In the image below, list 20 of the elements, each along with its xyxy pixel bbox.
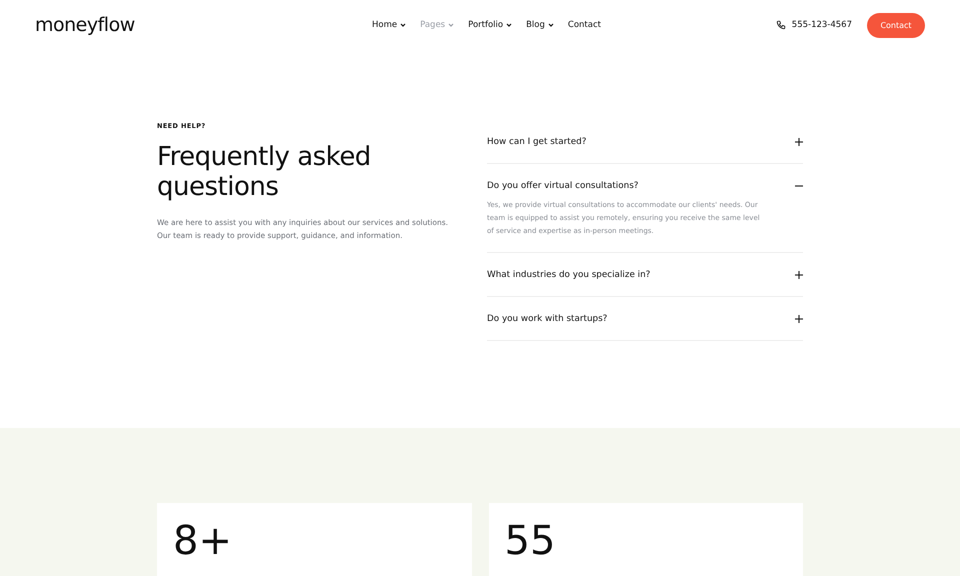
phone-number: 555-123-4567 [792,20,852,30]
faq-question[interactable]: What industries do you specialize in? [487,270,650,280]
faq-question[interactable]: How can I get started? [487,136,586,146]
plus-icon[interactable] [795,314,803,322]
faq-question[interactable]: Do you offer virtual consultations? [487,180,638,190]
section-title: Frequently asked questions [157,142,372,202]
nav-link[interactable]: Home [372,20,406,30]
phone-icon [776,20,786,30]
chevron-down-icon[interactable] [506,23,512,27]
nav-link[interactable]: Contact [568,20,601,30]
chevron-down-icon[interactable] [548,23,554,27]
plus-icon[interactable] [795,138,803,146]
logo[interactable]: moneyflow [35,14,335,36]
faq-question[interactable]: Do you work with startups? [487,314,608,324]
nav-link[interactable]: Portfolio [468,20,512,30]
nav-link[interactable]: Blog [526,20,554,30]
chevron-down-icon[interactable] [400,23,406,27]
plus-icon[interactable] [795,270,803,278]
stat-value: 55 [504,518,556,564]
stat-value: 8+ [173,518,232,564]
